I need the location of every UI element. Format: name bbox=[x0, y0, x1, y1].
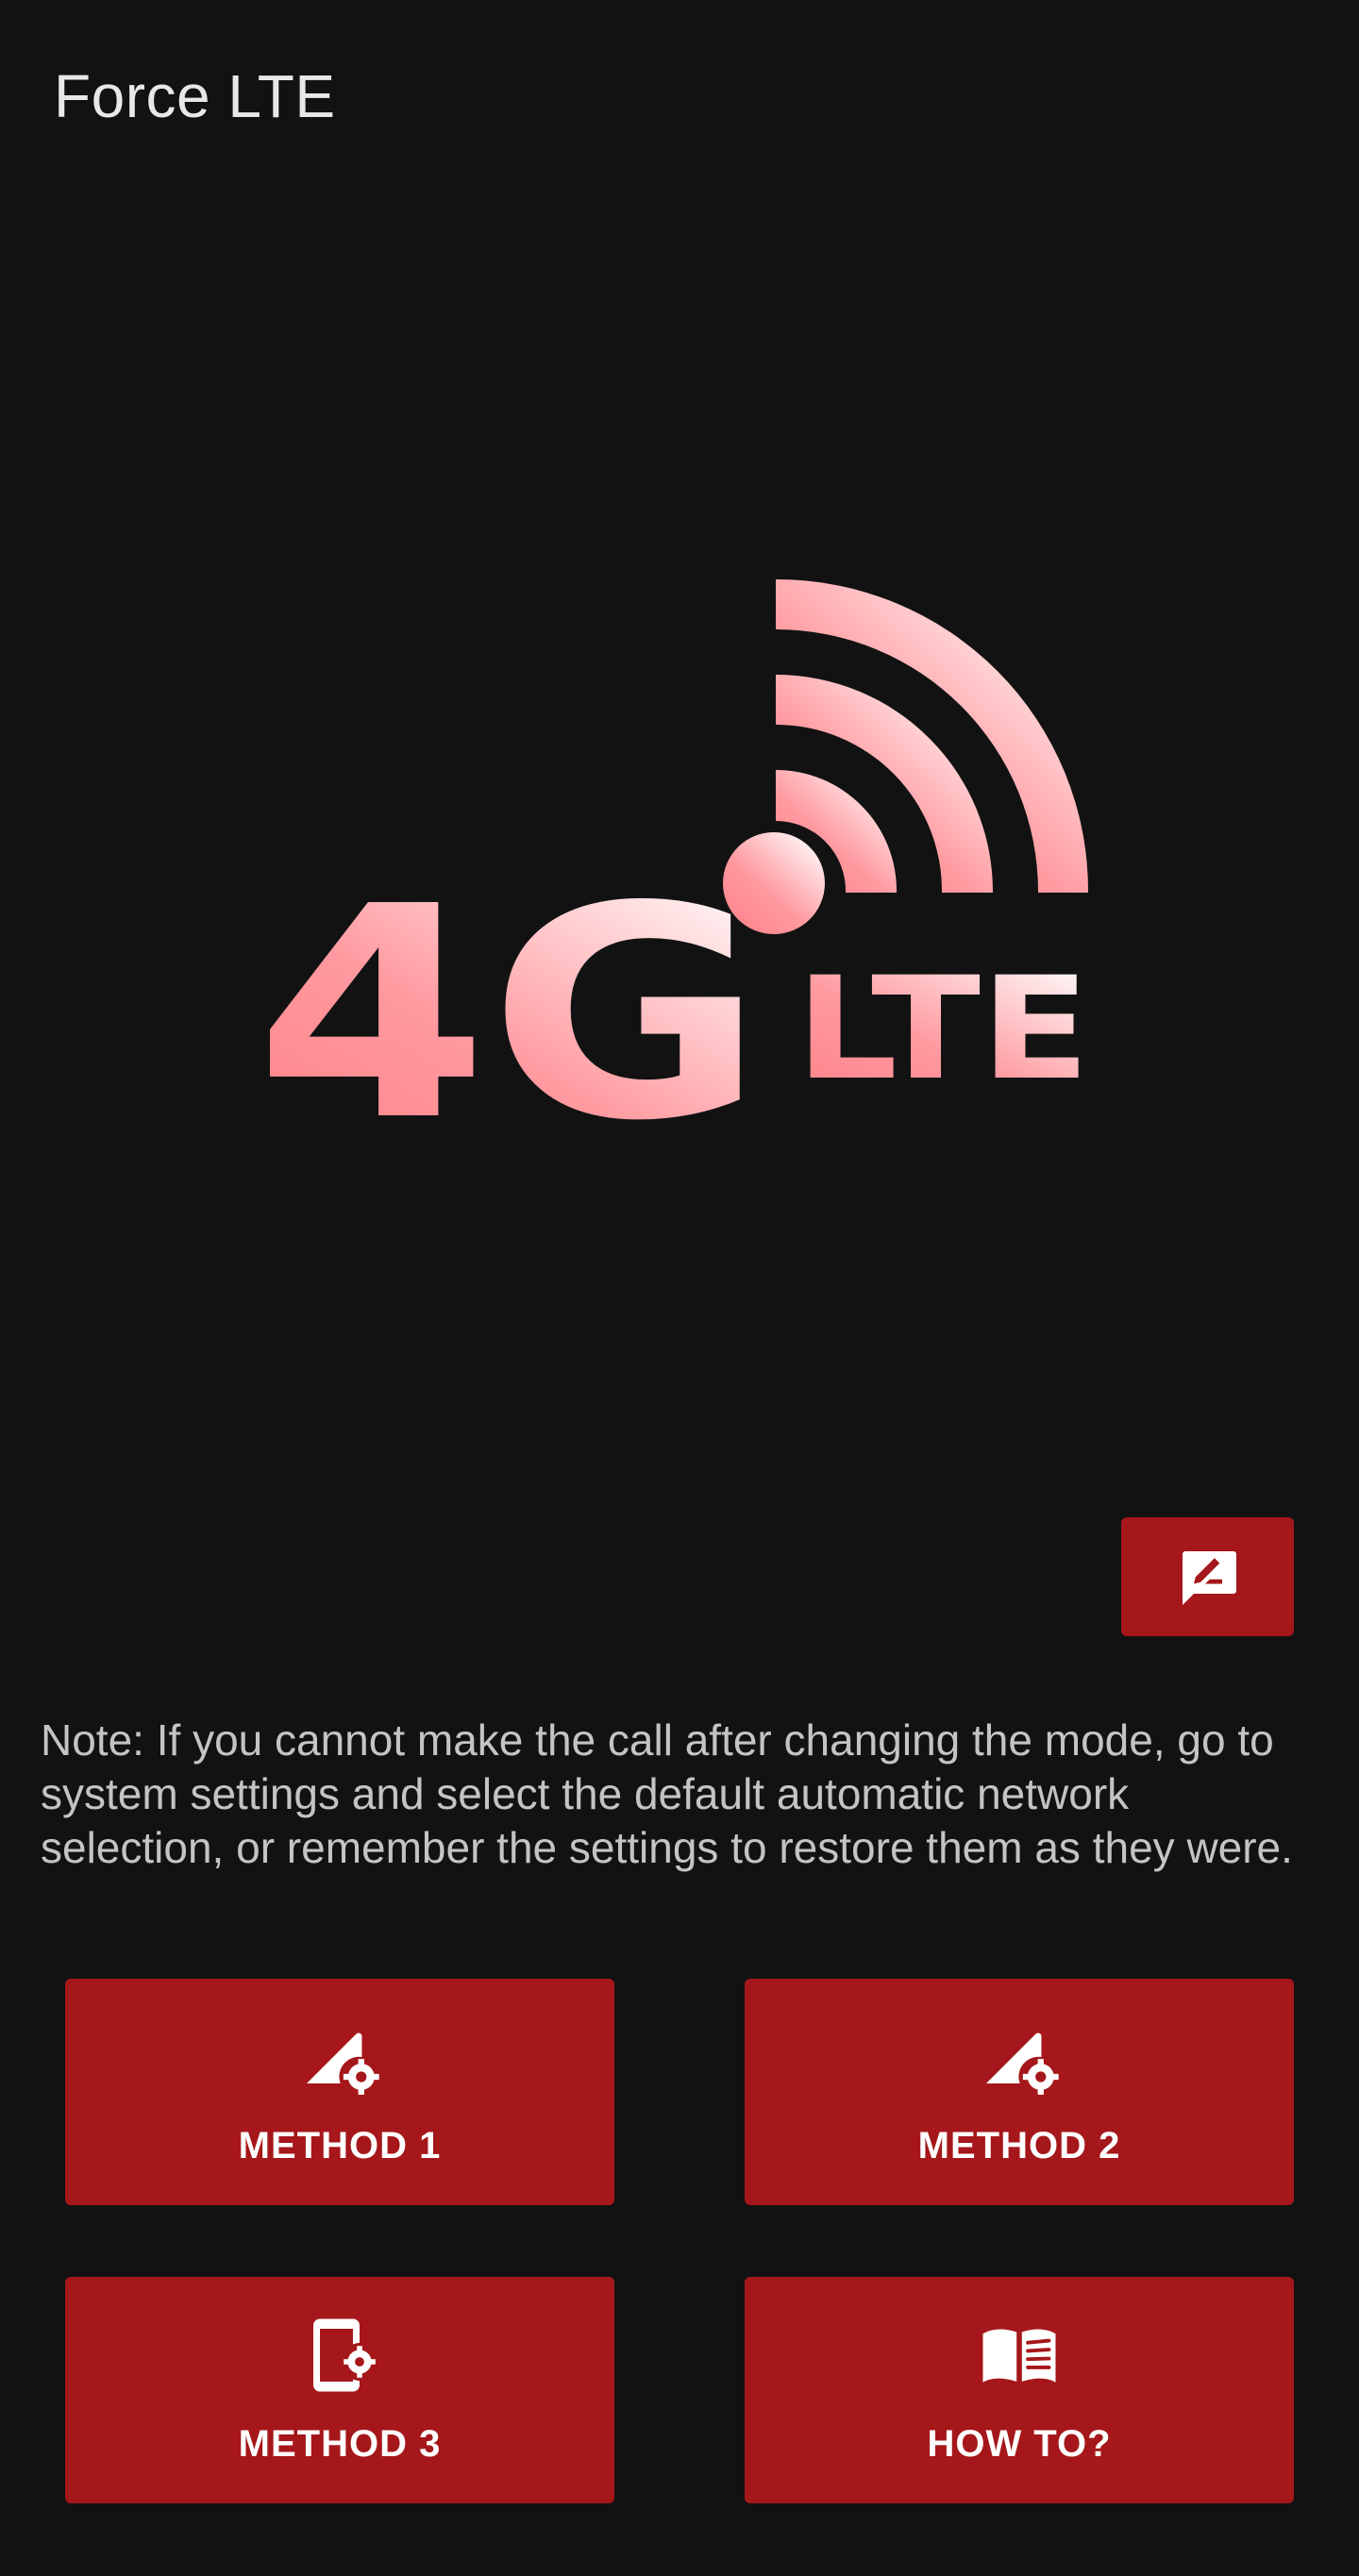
method-2-button[interactable]: METHOD 2 bbox=[745, 1979, 1294, 2205]
app-title: Force LTE bbox=[54, 62, 336, 130]
method-3-button[interactable]: METHOD 3 bbox=[65, 2277, 614, 2503]
how-to-label: HOW TO? bbox=[927, 2423, 1112, 2465]
logo-lte-text: LTE bbox=[796, 947, 1090, 1112]
method-1-button[interactable]: METHOD 1 bbox=[65, 1979, 614, 2205]
logo-4g-text: 4G bbox=[255, 845, 764, 1151]
lte-logo: 4G LTE bbox=[245, 566, 1114, 1151]
phone-settings-icon bbox=[313, 2318, 376, 2392]
method-1-label: METHOD 1 bbox=[238, 2125, 442, 2166]
note-text: Note: If you cannot make the call after … bbox=[41, 1715, 1293, 1872]
method-3-label: METHOD 3 bbox=[238, 2423, 442, 2465]
app-bar: Force LTE bbox=[0, 0, 1359, 189]
feedback-button[interactable] bbox=[1121, 1517, 1294, 1636]
how-to-button[interactable]: HOW TO? bbox=[745, 2277, 1294, 2503]
method-2-label: METHOD 2 bbox=[917, 2125, 1121, 2166]
signal-arcs-icon bbox=[723, 578, 1089, 934]
book-icon bbox=[982, 2329, 1056, 2383]
feedback-icon bbox=[1182, 1551, 1236, 1605]
signal-settings-icon bbox=[986, 2032, 1059, 2095]
signal-settings-icon bbox=[307, 2032, 379, 2095]
